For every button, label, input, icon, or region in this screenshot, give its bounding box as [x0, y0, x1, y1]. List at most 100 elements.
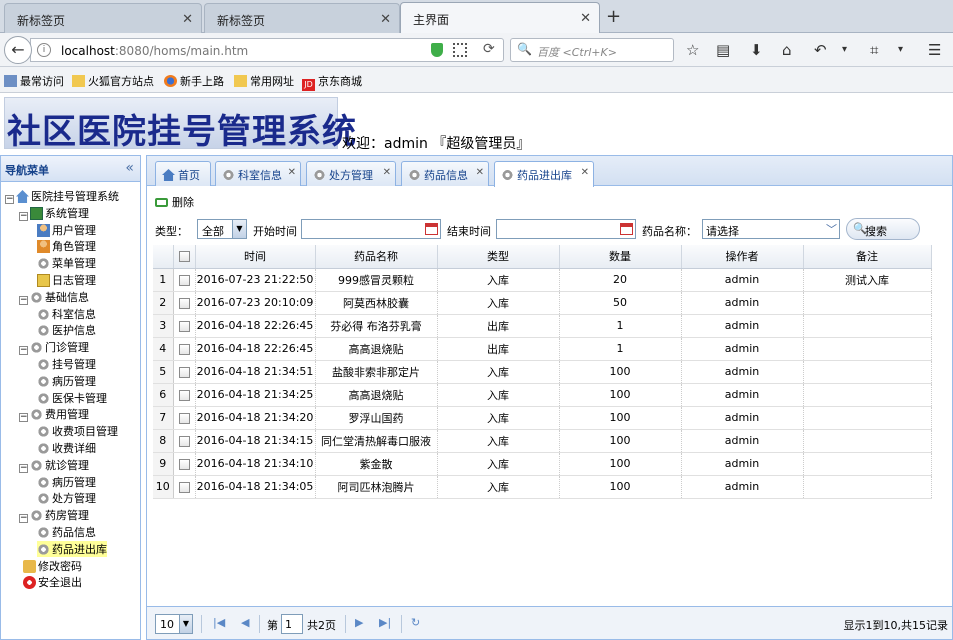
collapse-toggle-icon[interactable]: − [19, 295, 28, 305]
nav-group[interactable]: − 门诊管理 [19, 339, 89, 356]
collapse-toggle-icon[interactable]: − [19, 463, 28, 473]
collapse-toggle-icon[interactable]: − [19, 514, 28, 524]
crop-icon[interactable]: ⌗ [870, 41, 878, 59]
nav-item[interactable]: 用户管理 [37, 222, 96, 238]
nav-group[interactable]: − 就诊管理 [19, 457, 89, 473]
table-row[interactable]: 3 2016-04-18 22:26:45 芬必得 布洛芬乳膏 出库 1 admin [153, 314, 932, 338]
nav-item[interactable]: 收费详细 [37, 440, 96, 456]
delete-button[interactable]: 删除 [155, 194, 194, 210]
refresh-icon[interactable]: ↻ [411, 616, 420, 629]
nav-root[interactable]: − 医院挂号管理系统 [5, 188, 119, 204]
column-header[interactable]: 操作者 [681, 245, 804, 269]
nav-group[interactable]: − 费用管理 [19, 406, 89, 423]
row-checkbox[interactable] [178, 366, 190, 378]
chevron-down-icon[interactable]: ﹀ [826, 221, 837, 237]
bookmark-item[interactable]: 火狐官方站点 [72, 73, 154, 89]
tab-prescription[interactable]: 处方管理 ✕ [306, 161, 396, 186]
close-icon[interactable]: ✕ [580, 11, 591, 26]
row-checkbox[interactable] [178, 435, 190, 447]
back-button[interactable]: ← [4, 36, 32, 64]
chevron-down-icon[interactable]: ▼ [232, 220, 246, 238]
column-header[interactable]: 类型 [437, 245, 560, 269]
column-header[interactable]: 备注 [803, 245, 932, 269]
nav-item[interactable]: 挂号管理 [37, 356, 96, 372]
chevron-down-icon[interactable]: ▼ [179, 615, 192, 633]
search-input[interactable]: 🔍 百度 <Ctrl+K> [510, 38, 674, 62]
nav-item[interactable]: 药品进出库 [37, 540, 107, 557]
menu-icon[interactable]: ☰ [928, 41, 941, 59]
new-tab-icon[interactable]: + [606, 6, 621, 27]
row-checkbox[interactable] [178, 343, 190, 355]
close-icon[interactable]: ✕ [581, 167, 589, 178]
column-header[interactable]: 药品名称 [315, 245, 438, 269]
calendar-icon[interactable] [620, 223, 633, 235]
collapse-toggle-icon[interactable]: − [19, 211, 28, 221]
tab-drug-inout[interactable]: 药品进出库 ✕ [494, 161, 594, 187]
column-header[interactable]: 时间 [195, 245, 316, 269]
nav-item[interactable]: 日志管理 [37, 272, 96, 288]
reload-icon[interactable]: ⟳ [483, 41, 495, 57]
info-icon[interactable]: i [37, 43, 51, 57]
nav-item[interactable]: 收费项目管理 [37, 423, 118, 439]
nav-item[interactable]: 处方管理 [37, 490, 96, 506]
qr-code-icon[interactable] [453, 43, 467, 57]
nav-item[interactable]: 病历管理 [37, 474, 96, 490]
undo-icon[interactable]: ↶ [814, 41, 827, 59]
nav-group[interactable]: − 系统管理 [19, 205, 89, 221]
nav-logout[interactable]: 安全退出 [23, 574, 82, 590]
calendar-icon[interactable] [425, 223, 438, 235]
last-page-icon[interactable]: ▶| [379, 616, 391, 629]
close-icon[interactable]: ✕ [182, 12, 193, 27]
type-select[interactable]: 全部 ▼ [197, 219, 247, 239]
collapse-toggle-icon[interactable]: − [5, 195, 14, 204]
drug-name-select[interactable]: 请选择 ﹀ [702, 219, 840, 239]
tab-department-info[interactable]: 科室信息 ✕ [215, 161, 301, 186]
close-icon[interactable]: ✕ [476, 167, 484, 178]
tab-drug-info[interactable]: 药品信息 ✕ [401, 161, 489, 186]
browser-tab-1[interactable]: 新标签页 ✕ [4, 3, 202, 33]
star-icon[interactable]: ☆ [686, 41, 699, 59]
collapse-toggle-icon[interactable]: − [19, 413, 28, 423]
browser-tab-2[interactable]: 新标签页 ✕ [204, 3, 400, 33]
row-checkbox[interactable] [178, 274, 190, 286]
chevron-down-icon[interactable]: ▾ [842, 44, 847, 55]
page-size-select[interactable]: 10 ▼ [155, 614, 193, 634]
row-checkbox[interactable] [178, 320, 190, 332]
chevron-down-icon[interactable]: ▾ [898, 44, 903, 55]
nav-group[interactable]: − 药房管理 [19, 507, 89, 524]
start-time-input[interactable] [301, 219, 441, 239]
table-row[interactable]: 1 2016-07-23 21:22:50 999感冒灵颗粒 入库 20 admin 测试入… [153, 268, 932, 292]
nav-item[interactable]: 医保卡管理 [37, 390, 107, 406]
home-icon[interactable]: ⌂ [782, 41, 792, 59]
nav-item[interactable]: 医护信息 [37, 322, 96, 338]
column-header[interactable]: 数量 [559, 245, 682, 269]
table-row[interactable]: 6 2016-04-18 21:34:25 高高退烧贴 入库 100 admin [153, 383, 932, 407]
end-time-input[interactable] [496, 219, 636, 239]
url-text[interactable]: localhost:8080/homs/main.htm [61, 44, 248, 58]
table-row[interactable]: 8 2016-04-18 21:34:15 同仁堂清热解毒口服液 入库 100 admin [153, 429, 932, 453]
table-row[interactable]: 2 2016-07-23 20:10:09 阿莫西林胶囊 入库 50 admin [153, 291, 932, 315]
nav-item[interactable]: 角色管理 [37, 238, 96, 254]
bookmark-item[interactable]: JD 京东商城 [302, 73, 362, 91]
nav-change-password[interactable]: 修改密码 [23, 558, 82, 574]
table-row[interactable]: 4 2016-04-18 22:26:45 高高退烧贴 出库 1 admin [153, 337, 932, 361]
url-bar[interactable]: i localhost:8080/homs/main.htm ⟳ [30, 38, 504, 62]
download-icon[interactable]: ⬇ [750, 41, 763, 59]
bookmark-item[interactable]: 最常访问 [4, 73, 64, 89]
nav-item[interactable]: 病历管理 [37, 373, 96, 389]
browser-tab-3[interactable]: 主界面 ✕ [400, 2, 600, 34]
bookmark-item[interactable]: 常用网址 [234, 73, 294, 89]
row-checkbox[interactable] [178, 481, 190, 493]
close-icon[interactable]: ✕ [380, 12, 391, 27]
row-checkbox[interactable] [178, 389, 190, 401]
nav-item[interactable]: 科室信息 [37, 306, 96, 322]
next-page-icon[interactable]: ▶ [355, 616, 363, 629]
prev-page-icon[interactable]: ◀ [241, 616, 249, 629]
tab-home[interactable]: 首页 [155, 161, 211, 186]
close-icon[interactable]: ✕ [383, 167, 391, 178]
row-checkbox[interactable] [178, 412, 190, 424]
row-checkbox[interactable] [178, 458, 190, 470]
collapse-icon[interactable]: « [125, 160, 134, 176]
table-row[interactable]: 7 2016-04-18 21:34:20 罗浮山国药 入库 100 admin [153, 406, 932, 430]
table-row[interactable]: 9 2016-04-18 21:34:10 紫金散 入库 100 admin [153, 452, 932, 476]
